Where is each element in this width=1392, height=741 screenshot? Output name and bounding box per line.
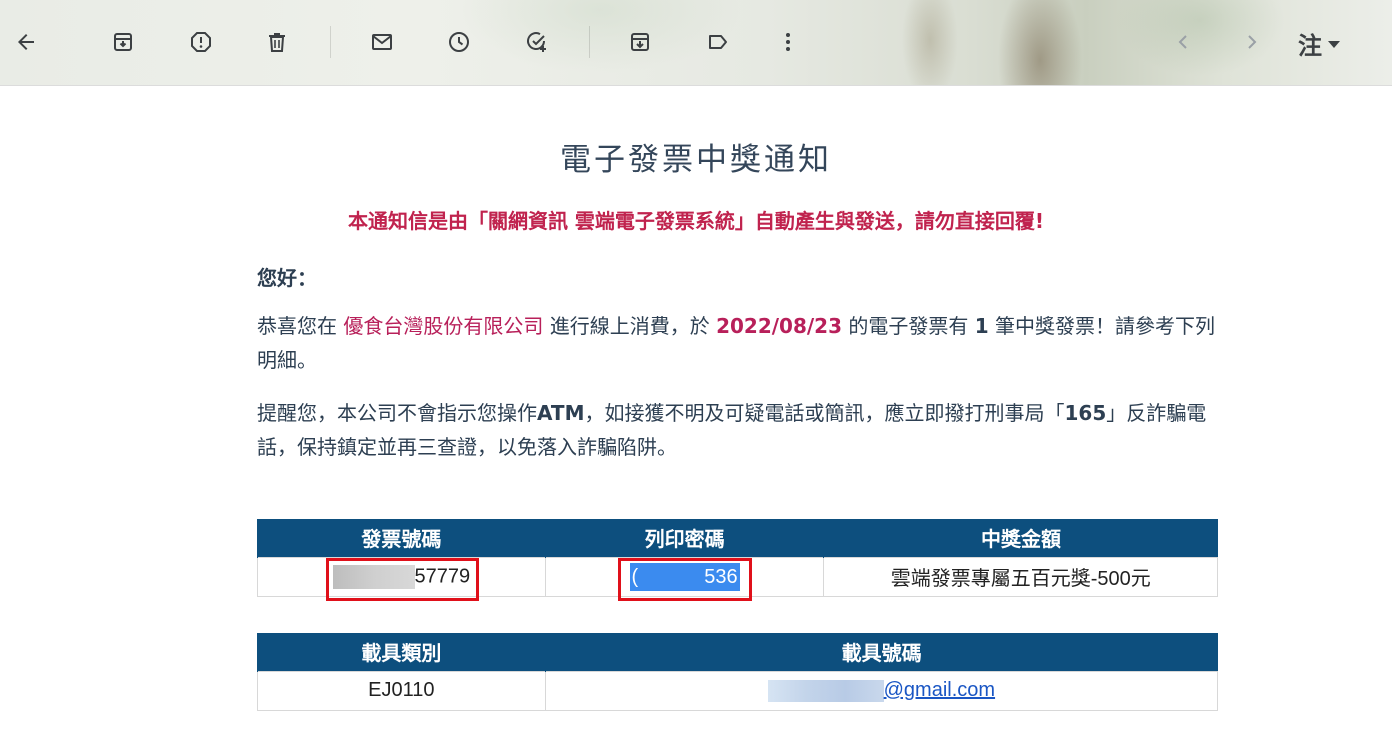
add-task-icon[interactable] (519, 24, 555, 60)
winning-paragraph: 恭喜您在 優食台灣股份有限公司 進行線上消費，於 2022/08/23 的電子發… (257, 309, 1219, 377)
input-language-label: 注 (1298, 31, 1322, 60)
highlight-box (618, 558, 752, 601)
column-header: 中獎金額 (823, 519, 1218, 557)
input-language-button[interactable]: 注 (1298, 26, 1340, 60)
label-icon[interactable] (700, 24, 736, 60)
p2-text: 「 (1044, 401, 1065, 425)
auto-send-notice: 本通知信是由「關網資訊 雲端電子發票系統」自動產生與發送，請勿直接回覆! (347, 209, 1045, 233)
move-to-icon[interactable] (622, 24, 658, 60)
p1-text: 的電子發票有 (848, 314, 969, 338)
redacted-block (767, 679, 884, 702)
fraud-warning-paragraph: 提醒您，本公司不會指示您操作ATM，如接獲不明及可疑電話或簡訊，應立即撥打刑事局… (257, 396, 1219, 464)
back-arrow-icon[interactable] (8, 24, 44, 60)
column-header: 載具類別 (257, 633, 546, 671)
carrier-number-cell: @gmail.com (544, 670, 1219, 711)
carrier-type-cell: EJ0110 (257, 670, 546, 711)
greeting: 您好： (257, 266, 317, 290)
caret-down-icon (1328, 40, 1340, 48)
table-row: EJ0110 @gmail.com (257, 670, 1219, 711)
carrier-table: 載具類別 載具號碼 EJ0110 @gmail.com (257, 633, 1219, 711)
carrier-email-link[interactable]: @gmail.com (884, 679, 995, 701)
column-header: 發票號碼 (257, 519, 546, 557)
report-spam-icon[interactable] (183, 24, 219, 60)
more-options-icon[interactable] (770, 24, 806, 60)
p1-text: 恭喜您在 (257, 314, 337, 338)
next-icon[interactable] (1234, 24, 1270, 60)
company-name: 優食台灣股份有限公司 (343, 314, 544, 338)
p1-text: 進行線上消費，於 (549, 314, 710, 338)
toolbar: 注 (0, 0, 1392, 86)
delete-icon[interactable] (259, 24, 295, 60)
column-header: 載具號碼 (544, 633, 1218, 671)
table-header-row: 發票號碼 列印密碼 中獎金額 (257, 519, 1218, 557)
atm-text: ATM (537, 401, 585, 425)
hotline-number: 165 (1064, 401, 1107, 425)
email-title: 電子發票中獎通知 (560, 142, 832, 178)
column-header: 列印密碼 (544, 519, 824, 557)
toolbar-separator (330, 26, 331, 58)
p2-text: ，如接獲不明及可疑電話或簡訊，應立即撥打刑事局 (584, 401, 1045, 425)
snooze-icon[interactable] (441, 24, 477, 60)
prev-icon[interactable] (1165, 24, 1201, 60)
highlight-box (326, 558, 479, 601)
archive-icon[interactable] (105, 24, 141, 60)
winning-count: 1 (974, 314, 989, 338)
p2-text: 提醒您，本公司不會指示您操作 (257, 401, 537, 425)
prize-amount-cell: 雲端發票專屬五百元獎-500元 (823, 556, 1218, 597)
table-header-row: 載具類別 載具號碼 (257, 633, 1218, 671)
mark-unread-icon[interactable] (364, 24, 400, 60)
purchase-date: 2022/08/23 (716, 314, 843, 338)
toolbar-separator (589, 26, 590, 58)
